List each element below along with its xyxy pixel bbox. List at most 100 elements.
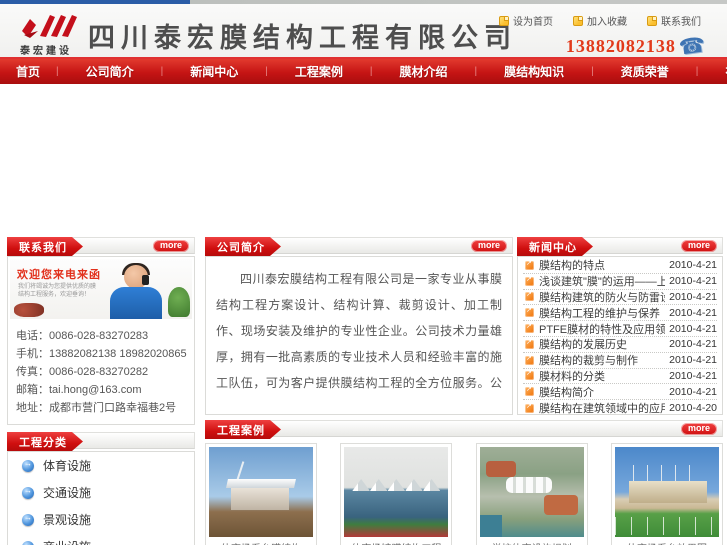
news-arrow-icon (525, 385, 534, 397)
categories-title: 工程分类 (19, 436, 67, 449)
news-arrow-icon (525, 290, 534, 302)
nav-item-home[interactable]: 首页 (0, 63, 56, 80)
news-arrow-icon (525, 338, 534, 349)
about-title: 公司简介 (217, 241, 265, 254)
news-arrow-icon (525, 259, 534, 270)
company-logo: 泰宏建设 (20, 11, 90, 57)
news-item[interactable]: 膜结构的裁剪与制作2010-4-21 (523, 353, 717, 369)
quick-links: 设为首页 加入收藏 联系我们 (499, 13, 701, 28)
quick-link-label: 加入收藏 (587, 17, 627, 28)
hotline-number: 13882082138 (565, 36, 676, 56)
news-section-header: 新闻中心 more (517, 237, 723, 254)
nav-item-cases[interactable]: 工程案例 (268, 63, 370, 80)
news-item[interactable]: 膜结构建筑的防火与防雷设计2010-4-21 (523, 290, 717, 306)
contact-title: 联系我们 (19, 241, 67, 254)
quick-link-label: 设为首页 (513, 17, 553, 28)
customer-service-banner: 欢迎您来电来函 我们将竭诚为您提供优质的膜结构工程服务，欢迎垂询！ (10, 259, 192, 319)
case-photo-aerial-complex (479, 447, 584, 537)
running-track (485, 461, 516, 477)
news-arrow-icon (525, 322, 534, 334)
telephone-icon: ☎ (677, 33, 707, 60)
case-caption: 学校体育设施规划 (480, 537, 584, 545)
membrane-peaks (352, 479, 441, 491)
category-item-landscape[interactable]: 景观设施 (8, 506, 194, 533)
person-headset (142, 275, 149, 285)
nav-item-knowledge[interactable]: 膜结构知识 (477, 63, 591, 80)
case-photo-grandstand (209, 447, 313, 537)
cases-ribbon: 工程案例 (205, 420, 281, 439)
news-item[interactable]: PTFE膜材的特性及应用领域2010-4-21 (523, 321, 717, 337)
contact-row-address: 地址：成都市营门口路幸福巷2号 (16, 402, 177, 414)
nav-item-honors[interactable]: 资质荣誉 (594, 63, 696, 80)
contact-info: 电话：0086-028-83270283 手机：13882082138 1898… (8, 321, 194, 417)
add-favorite-link[interactable]: 加入收藏 (573, 13, 627, 28)
news-arrow-icon (525, 306, 534, 318)
header: 泰宏建设 四川泰宏膜结构工程有限公司 设为首页 加入收藏 联系我们 138820… (0, 4, 727, 60)
note-icon (573, 15, 583, 26)
arrow-ball-icon (22, 513, 34, 526)
news-panel: 膜结构的特点2010-4-21 浅谈建筑"膜"的运用——上篇2010-4-21 … (517, 256, 723, 415)
category-item-traffic[interactable]: 交通设施 (8, 479, 194, 506)
stand-base (231, 488, 289, 510)
hotline: 13882082138 ☎ (565, 33, 707, 60)
category-item-sports[interactable]: 体育设施 (8, 452, 194, 479)
news-arrow-icon (525, 354, 534, 365)
news-arrow-icon (525, 275, 534, 286)
company-intro-text: 四川泰宏膜结构工程有限公司是一家专业从事膜结构工程方案设计、结构计算、裁剪设计、… (216, 272, 502, 390)
plant-image (168, 287, 190, 317)
contact-row-fax: 传真：0086-028-83270282 (16, 366, 149, 378)
company-title: 四川泰宏膜结构工程有限公司 (88, 23, 517, 53)
main-nav: 首页 | 公司简介 | 新闻中心 | 工程案例 | 膜材介绍 | 膜结构知识 | 资质荣誉 |… (0, 59, 727, 84)
about-ribbon: 公司简介 (205, 237, 281, 256)
news-item[interactable]: 膜结构在建筑领域中的应用2010-4-20 (523, 400, 717, 416)
grandstand (628, 481, 707, 503)
contact-us-link[interactable]: 联系我们 (647, 13, 701, 28)
cases-section-header: 工程案例 more (205, 420, 723, 437)
about-more-button[interactable]: more (470, 240, 507, 252)
note-icon (647, 15, 657, 26)
welcome-text: 欢迎您来电来函 (17, 269, 101, 281)
cases-gallery: 体育场看台膜结构 体育场馆膜结构工程 学校体育设施规划 体育场看台效果图 (205, 443, 723, 545)
news-item[interactable]: 膜结构的发展历史2010-4-21 (523, 337, 717, 353)
nav-item-materials[interactable]: 膜材介绍 (373, 63, 475, 80)
about-section-header: 公司简介 more (205, 237, 513, 254)
pitch-lines (614, 517, 719, 535)
case-caption: 体育场看台膜结构 (209, 537, 313, 545)
nav-item-about[interactable]: 公司简介 (59, 63, 161, 80)
arrow-ball-icon (22, 540, 34, 545)
about-panel: 四川泰宏膜结构工程有限公司是一家专业从事膜结构工程方案设计、结构计算、裁剪设计、… (205, 256, 513, 415)
customer-service-person-image (108, 263, 164, 319)
news-item[interactable]: 浅谈建筑"膜"的运用——上篇2010-4-21 (523, 274, 717, 290)
contact-ribbon: 联系我们 (7, 237, 83, 256)
contact-more-button[interactable]: more (152, 240, 189, 252)
nav-item-message[interactable]: 在线留言 (698, 63, 727, 80)
case-caption: 体育场馆膜结构工程 (344, 537, 448, 545)
arrow-ball-icon (22, 459, 34, 472)
logo-mark-icon (22, 15, 77, 38)
case-card[interactable]: 体育场馆膜结构工程 (340, 443, 453, 545)
news-item[interactable]: 膜结构简介2010-4-21 (523, 384, 717, 401)
membrane-roof (505, 477, 552, 493)
set-homepage-link[interactable]: 设为首页 (499, 13, 553, 28)
nav-item-news[interactable]: 新闻中心 (163, 63, 265, 80)
news-item[interactable]: 膜结构工程的维护与保养2010-4-21 (523, 305, 717, 322)
news-arrow-icon (525, 369, 534, 381)
news-item[interactable]: 膜材料的分类2010-4-21 (523, 369, 717, 385)
cases-title: 工程案例 (217, 424, 265, 437)
logo-text: 泰宏建设 (20, 46, 72, 57)
cases-more-button[interactable]: more (680, 423, 717, 435)
arrow-ball-icon (22, 486, 34, 499)
flowers-image (14, 303, 44, 317)
page: 泰宏建设 四川泰宏膜结构工程有限公司 设为首页 加入收藏 联系我们 138820… (0, 0, 727, 545)
news-ribbon: 新闻中心 (517, 237, 593, 256)
case-photo-pitch-grandstand (614, 447, 719, 537)
case-card[interactable]: 学校体育设施规划 (475, 443, 588, 545)
categories-section-header: 工程分类 (7, 432, 195, 449)
case-caption: 体育场看台效果图 (615, 537, 719, 545)
case-card[interactable]: 体育场看台效果图 (610, 443, 723, 545)
news-more-button[interactable]: more (680, 240, 717, 252)
contact-row-email: 邮箱：tai.hong@163.com (16, 384, 142, 396)
news-item[interactable]: 膜结构的特点2010-4-21 (523, 258, 717, 274)
case-card[interactable]: 体育场看台膜结构 (205, 443, 317, 545)
category-item-commercial[interactable]: 商业设施 (8, 533, 194, 545)
